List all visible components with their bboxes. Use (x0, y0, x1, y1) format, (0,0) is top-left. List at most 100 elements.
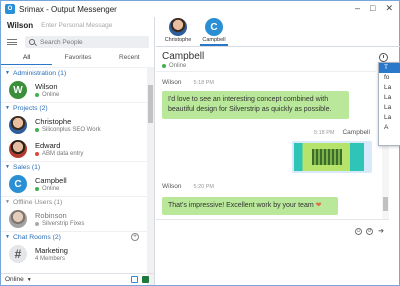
online-status-icon (35, 93, 39, 97)
clock-icon[interactable] (379, 53, 388, 62)
tab-all[interactable]: All (1, 53, 53, 65)
conversation-tabs: Christophe C Campbell (156, 17, 400, 47)
avatar (169, 18, 187, 36)
search-input[interactable]: Search People (25, 36, 149, 48)
group-label: Offline Users (1) (12, 198, 63, 206)
avatar (9, 210, 27, 228)
dropdown-option[interactable]: La (379, 93, 400, 103)
conversation-header: Campbell Online (156, 48, 376, 72)
message-text: That's impressive! Excellent work by you… (168, 202, 314, 209)
search-icon (29, 39, 35, 45)
chevron-down-icon: ▼ (5, 234, 10, 240)
contact-name: Robinson (35, 211, 67, 220)
dropdown-option[interactable]: La (379, 83, 400, 93)
avatar: C (9, 175, 27, 193)
avatar: W (9, 81, 27, 99)
message-time: 5:18 PM (193, 80, 214, 86)
emoji-picker-icon[interactable]: ☺ (355, 228, 362, 235)
chevron-down-icon: ▼ (5, 199, 10, 205)
group-offline-users[interactable]: ▼ Offline Users (1) (1, 196, 147, 207)
scrollbar-thumb[interactable] (383, 197, 388, 211)
status-bar: Online ▼ (1, 273, 155, 285)
chevron-down-icon: ▼ (5, 164, 10, 170)
contact-status: ABM data entry (42, 151, 84, 157)
tab-label: Campbell (202, 37, 226, 43)
contact-edward[interactable]: Edward ABM data entry (1, 137, 147, 161)
chevron-down-icon: ▼ (5, 70, 10, 76)
font-dropdown[interactable]: T fo La La La La A (378, 62, 400, 146)
add-chatroom-icon[interactable]: + (131, 233, 139, 241)
contact-campbell[interactable]: C Campbell Online (1, 172, 147, 196)
dropdown-option[interactable]: La (379, 103, 400, 113)
close-button[interactable]: ✕ (385, 3, 393, 14)
conversation-tab-christophe[interactable]: Christophe (164, 17, 192, 46)
tab-label: Christophe (164, 37, 192, 43)
group-sales[interactable]: ▼ Sales (1) (1, 161, 147, 172)
contact-christophe[interactable]: Christophe Siliconplus SEO Work (1, 113, 147, 137)
group-label: Projects (2) (12, 104, 48, 112)
message-text-line: beautiful design for Silverstrip as quic… (168, 106, 332, 113)
group-label: Sales (1) (12, 163, 41, 171)
contact-name: Campbell (35, 176, 67, 185)
app-logo-icon: O (5, 4, 15, 14)
dropdown-option[interactable]: fo (379, 73, 400, 83)
offline-status-icon (35, 222, 39, 226)
message-time: 5:18 PM (314, 130, 335, 136)
avatar: C (205, 18, 223, 36)
message-sender: 5:18 PM Campbell (314, 129, 370, 136)
search-row: Search People (1, 35, 155, 49)
tab-favorites[interactable]: Favorites (52, 53, 103, 65)
chatroom-name: Marketing (35, 246, 68, 255)
messenger-window: O Srimax - Output Messenger – □ ✕ Wilson… (0, 0, 400, 286)
contact-status: Online (42, 92, 60, 98)
image-attachment[interactable] (294, 143, 364, 171)
maximize-button[interactable]: □ (370, 3, 375, 14)
contact-list-scrollbar[interactable] (147, 67, 154, 285)
contact-name: Christophe (35, 117, 72, 126)
group-label: Administration (1) (12, 69, 67, 77)
chatroom-marketing[interactable]: # Marketing 4 Members (1, 242, 147, 266)
group-chat-rooms[interactable]: ▼ Chat Rooms (2) + (1, 231, 147, 242)
message-sender: Wilson 5:20 PM (162, 183, 214, 190)
group-projects[interactable]: ▼ Projects (2) (1, 102, 147, 113)
dropdown-option[interactable]: T (379, 63, 400, 73)
dropdown-option[interactable]: La (379, 113, 400, 123)
message-composer[interactable]: ☺ ↺ ➔ (156, 219, 389, 285)
contact-robinson[interactable]: Robinson Silverstrip Fixes (1, 207, 147, 231)
tab-recent[interactable]: Recent (104, 53, 155, 65)
online-status-icon (35, 187, 39, 191)
message-text-line: I'd love to see an interesting concept c… (168, 96, 329, 103)
chevron-down-icon[interactable]: ▼ (27, 277, 32, 283)
conversation-tab-campbell[interactable]: C Campbell (200, 17, 228, 46)
chatroom-icon: # (9, 245, 27, 263)
menu-icon[interactable] (7, 39, 17, 45)
scrollbar-thumb[interactable] (148, 85, 153, 123)
avatar (9, 140, 27, 158)
contact-name: Edward (35, 141, 61, 150)
chevron-down-icon: ▼ (5, 105, 10, 111)
spreadsheet-icon[interactable] (142, 276, 149, 283)
conversation-status: Online (169, 63, 187, 69)
message-area: Wilson 5:18 PM I'd love to see an interes… (156, 73, 381, 215)
image-message[interactable] (292, 141, 372, 173)
contacts-panel: Wilson Enter Personal Message Search Peo… (1, 17, 155, 285)
contact-name: Wilson (35, 82, 58, 91)
group-administration[interactable]: ▼ Administration (1) (1, 67, 147, 78)
my-name[interactable]: Wilson (7, 21, 33, 30)
notes-icon[interactable] (131, 276, 138, 283)
attachment-icon[interactable]: ↺ (366, 228, 373, 235)
contact-status: Online (42, 186, 60, 192)
personal-message-field[interactable]: Enter Personal Message (41, 22, 112, 29)
emoji-icon: ❤ (315, 202, 322, 209)
contact-wilson[interactable]: W Wilson Online (1, 78, 147, 102)
avatar (9, 116, 27, 134)
message-sender: Wilson 5:18 PM (162, 79, 214, 86)
chatroom-members: 4 Members (35, 256, 66, 262)
send-icon[interactable]: ➔ (377, 228, 385, 235)
minimize-button[interactable]: – (355, 3, 360, 14)
status-selector[interactable]: Online (5, 276, 24, 283)
window-title: Srimax - Output Messenger (19, 4, 117, 14)
dropdown-option[interactable]: A (379, 123, 400, 133)
contact-tabs: All Favorites Recent (1, 53, 155, 65)
busy-status-icon (35, 152, 39, 156)
